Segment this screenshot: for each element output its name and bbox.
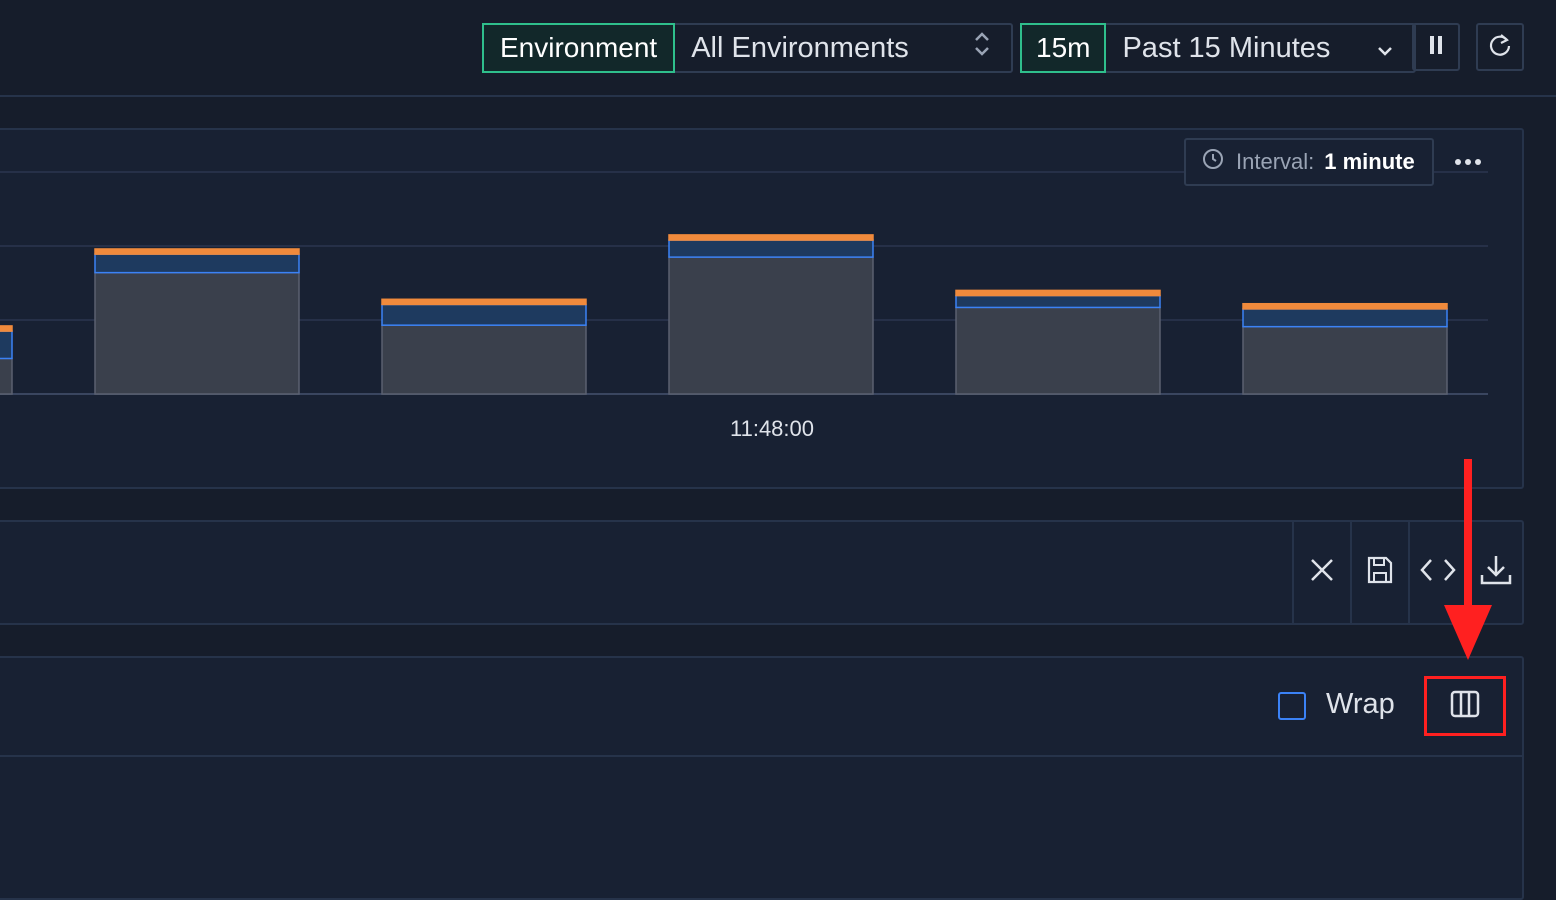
bar-segment xyxy=(668,239,874,258)
close-icon xyxy=(1309,557,1335,588)
save-icon xyxy=(1366,555,1394,590)
bar-segment xyxy=(381,303,587,326)
time-range-select[interactable]: Past 15 Minutes xyxy=(1106,25,1414,71)
bar-segment xyxy=(1242,325,1448,395)
annotation-arrow xyxy=(1444,459,1492,660)
query-panel xyxy=(0,520,1524,625)
bar-segment xyxy=(381,298,587,306)
time-range-value: Past 15 Minutes xyxy=(1122,31,1331,64)
chevron-down-icon xyxy=(1376,32,1394,65)
ellipsis-icon xyxy=(1454,153,1482,171)
environment-select[interactable]: All Environments xyxy=(675,25,1011,71)
save-button[interactable] xyxy=(1350,522,1408,623)
bar-segment xyxy=(94,248,300,255)
clock-icon xyxy=(1202,148,1224,176)
chart-panel: Interval: 1 minute 11:48:00 xyxy=(0,128,1524,489)
bar-segment xyxy=(955,289,1161,297)
bar-segment xyxy=(668,234,874,241)
interval-selector[interactable]: Interval: 1 minute xyxy=(1184,138,1434,186)
time-range-short: 15m xyxy=(1020,23,1107,73)
updown-chevron-icon xyxy=(973,30,991,66)
bar-segment xyxy=(1242,308,1448,328)
time-range-filter[interactable]: 15m Past 15 Minutes xyxy=(1020,23,1417,73)
results-toolbar: Wrap xyxy=(0,658,1522,757)
top-toolbar: Environment All Environments 15m Past 15… xyxy=(0,0,1556,97)
results-panel: Wrap xyxy=(0,656,1524,900)
more-options-button[interactable] xyxy=(1450,144,1486,180)
x-tick-label: 11:48:00 xyxy=(729,416,815,441)
interval-value: 1 minute xyxy=(1324,149,1415,174)
refresh-button[interactable] xyxy=(1476,23,1524,71)
environment-label: Environment xyxy=(482,23,676,73)
bar-segment xyxy=(0,325,13,332)
wrap-label[interactable]: Wrap xyxy=(1326,688,1395,721)
columns-button[interactable] xyxy=(1424,676,1506,736)
pause-button[interactable] xyxy=(1412,23,1460,71)
close-button[interactable] xyxy=(1292,522,1350,623)
bar-segment xyxy=(381,324,587,395)
bar-segment xyxy=(0,357,13,395)
environment-filter[interactable]: Environment All Environments xyxy=(482,23,1014,73)
bar-segment xyxy=(955,294,1161,309)
refresh-icon xyxy=(1487,32,1513,63)
columns-icon xyxy=(1450,690,1480,723)
interval-label: Interval: xyxy=(1236,149,1315,174)
pause-icon xyxy=(1426,34,1446,61)
wrap-checkbox[interactable] xyxy=(1278,692,1306,720)
bar-segment xyxy=(94,253,300,274)
bar-segment xyxy=(668,256,874,395)
bar-segment xyxy=(1242,302,1448,310)
bar-segment xyxy=(955,306,1161,395)
bar-segment xyxy=(94,271,300,395)
environment-value: All Environments xyxy=(691,31,909,64)
bar-segment xyxy=(0,330,13,360)
